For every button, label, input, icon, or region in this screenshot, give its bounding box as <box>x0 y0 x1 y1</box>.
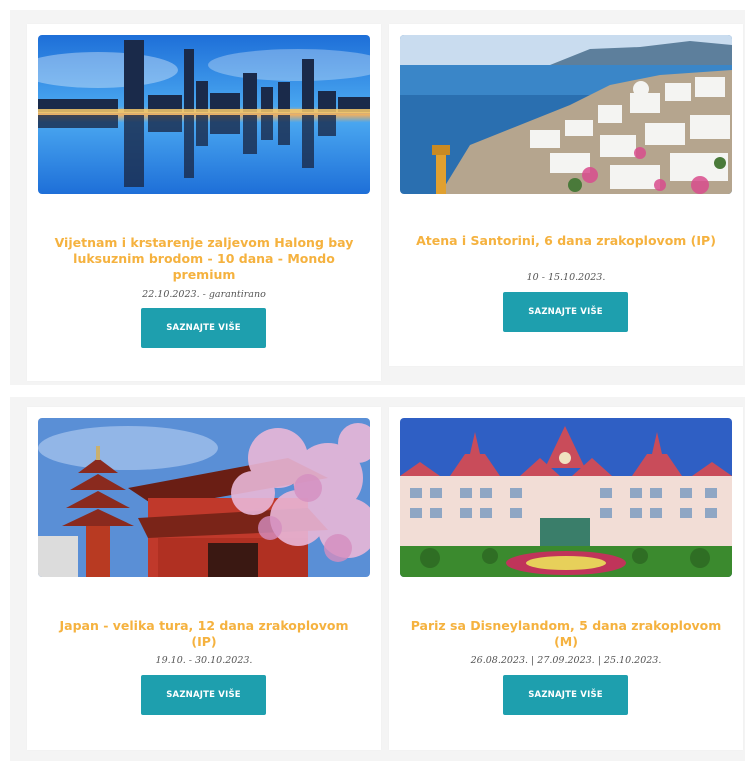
tour-title[interactable]: Japan - velika tura, 12 dana zrakoplovom… <box>47 618 361 650</box>
tour-title[interactable]: Atena i Santorini, 6 dana zrakoplovom (I… <box>409 233 723 249</box>
tour-card-vietnam: Vijetnam i krstarenje zaljevom Halong ba… <box>27 24 381 381</box>
santorini-village-image[interactable] <box>400 35 732 194</box>
tour-date: 22.10.2023. - garantirano <box>142 289 266 300</box>
learn-more-button[interactable]: SAZNAJTE VIŠE <box>141 675 266 715</box>
vietnam-city-skyline-image[interactable] <box>38 35 370 194</box>
tour-date: 10 - 15.10.2023. <box>526 272 606 283</box>
tour-title[interactable]: Vijetnam i krstarenje zaljevom Halong ba… <box>47 235 361 283</box>
tour-card-santorini: Atena i Santorini, 6 dana zrakoplovom (I… <box>389 24 743 366</box>
tour-title[interactable]: Pariz sa Disneylandom, 5 dana zrakoplovo… <box>409 618 723 650</box>
japan-temple-blossom-image[interactable] <box>38 418 370 577</box>
learn-more-button[interactable]: SAZNAJTE VIŠE <box>141 308 266 348</box>
learn-more-button[interactable]: SAZNAJTE VIŠE <box>503 675 628 715</box>
disneyland-hotel-image[interactable] <box>400 418 732 577</box>
tour-card-paris: Pariz sa Disneylandom, 5 dana zrakoplovo… <box>389 407 743 750</box>
tour-listing-page: Vijetnam i krstarenje zaljevom Halong ba… <box>0 0 745 761</box>
tour-card-japan: Japan - velika tura, 12 dana zrakoplovom… <box>27 407 381 750</box>
tour-date: 19.10. - 30.10.2023. <box>155 655 253 666</box>
tour-date: 26.08.2023. | 27.09.2023. | 25.10.2023. <box>470 655 662 666</box>
learn-more-button[interactable]: SAZNAJTE VIŠE <box>503 292 628 332</box>
